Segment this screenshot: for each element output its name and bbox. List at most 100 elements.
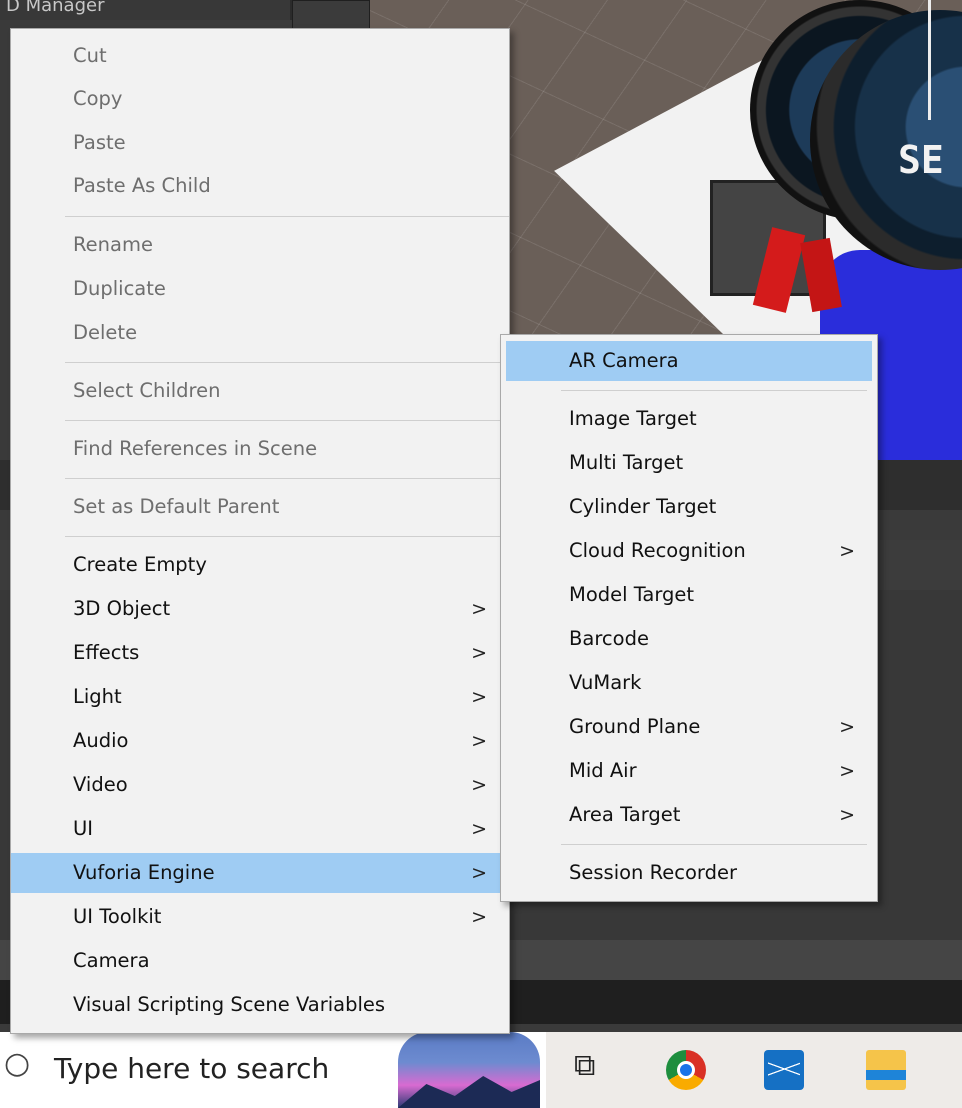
submenu-item-model-target[interactable]: Model Target (501, 575, 877, 615)
search-highlight-picture[interactable] (398, 1032, 540, 1108)
menu-item-label: Visual Scripting Scene Variables (73, 993, 386, 1016)
chevron-right-icon: > (471, 730, 487, 752)
submenu-item-area-target[interactable]: Area Target > (501, 795, 877, 835)
menu-item-label: VuMark (569, 671, 642, 694)
menu-item-vuforia-engine[interactable]: Vuforia Engine > (11, 853, 509, 893)
menu-item-video[interactable]: Video > (11, 765, 509, 805)
chevron-right-icon: > (471, 642, 487, 664)
menu-item-label: Delete (73, 321, 138, 344)
menu-item-label: Cut (73, 44, 107, 67)
menu-item-effects[interactable]: Effects > (11, 633, 509, 673)
chevron-right-icon: > (839, 540, 855, 562)
menu-item-label: Image Target (569, 407, 697, 430)
menu-item-audio[interactable]: Audio > (11, 721, 509, 761)
submenu-item-ground-plane[interactable]: Ground Plane > (501, 707, 877, 747)
menu-item-create-empty[interactable]: Create Empty (11, 545, 509, 585)
menu-separator (561, 844, 867, 845)
submenu-item-cloud-recognition[interactable]: Cloud Recognition > (501, 531, 877, 571)
menu-item-ui-toolkit[interactable]: UI Toolkit > (11, 897, 509, 937)
menu-item-label: Model Target (569, 583, 695, 606)
menu-item-label: Paste (73, 131, 126, 154)
menu-item-copy[interactable]: Copy (11, 79, 509, 119)
menu-item-3d-object[interactable]: 3D Object > (11, 589, 509, 629)
menu-item-label: Cylinder Target (569, 495, 717, 518)
menu-item-label: Session Recorder (569, 861, 737, 884)
chevron-right-icon: > (471, 818, 487, 840)
taskbar-search-box[interactable]: ○ Type here to search (0, 1032, 546, 1108)
menu-item-label: Copy (73, 87, 123, 110)
menu-item-label: UI (73, 817, 94, 840)
menu-item-label: Cloud Recognition (569, 539, 746, 562)
task-view-icon[interactable]: ⧉ (574, 1048, 614, 1088)
menu-item-label: Vuforia Engine (73, 861, 215, 884)
chevron-right-icon: > (839, 804, 855, 826)
menu-item-set-default-parent[interactable]: Set as Default Parent (11, 487, 509, 527)
menu-item-rename[interactable]: Rename (11, 225, 509, 265)
menu-item-light[interactable]: Light > (11, 677, 509, 717)
menu-item-label: Create Empty (73, 553, 207, 576)
menu-separator (65, 362, 509, 363)
toolbar-button[interactable] (292, 0, 370, 30)
chevron-right-icon: > (839, 760, 855, 782)
hierarchy-title: D Manager (6, 0, 105, 16)
menu-item-paste[interactable]: Paste (11, 123, 509, 163)
chrome-icon[interactable] (666, 1050, 706, 1090)
hierarchy-title-strip: D Manager (0, 0, 290, 20)
mountain-graphic (398, 1076, 540, 1108)
menu-item-label: Mid Air (569, 759, 637, 782)
submenu-item-mid-air[interactable]: Mid Air > (501, 751, 877, 791)
menu-item-label: Area Target (569, 803, 681, 826)
menu-item-cut[interactable]: Cut (11, 36, 509, 76)
submenu-item-image-target[interactable]: Image Target (501, 399, 877, 439)
menu-item-delete[interactable]: Delete (11, 313, 509, 353)
chevron-right-icon: > (471, 598, 487, 620)
menu-item-label: AR Camera (569, 349, 679, 372)
menu-item-label: 3D Object (73, 597, 171, 620)
menu-item-label: Find References in Scene (73, 437, 318, 460)
menu-item-label: Multi Target (569, 451, 684, 474)
menu-item-label: Video (73, 773, 128, 796)
menu-item-label: Barcode (569, 627, 649, 650)
menu-item-label: Rename (73, 233, 153, 256)
menu-separator (65, 420, 509, 421)
menu-item-find-references[interactable]: Find References in Scene (11, 429, 509, 469)
menu-item-label: Audio (73, 729, 129, 752)
menu-item-ui[interactable]: UI > (11, 809, 509, 849)
file-explorer-icon[interactable] (866, 1050, 906, 1090)
chevron-right-icon: > (471, 774, 487, 796)
menu-separator (65, 216, 509, 217)
menu-item-label: Select Children (73, 379, 221, 402)
menu-item-label: Effects (73, 641, 140, 664)
mail-icon[interactable] (764, 1050, 804, 1090)
vuforia-engine-submenu: AR Camera Image Target Multi Target Cyli… (500, 334, 878, 902)
menu-item-camera[interactable]: Camera (11, 941, 509, 981)
hierarchy-context-menu: Cut Copy Paste Paste As Child Rename Dup… (10, 28, 510, 1034)
submenu-item-session-recorder[interactable]: Session Recorder (501, 853, 877, 893)
submenu-item-vumark[interactable]: VuMark (501, 663, 877, 703)
menu-item-label: Paste As Child (73, 174, 211, 197)
menu-item-select-children[interactable]: Select Children (11, 371, 509, 411)
menu-separator (65, 536, 509, 537)
scene-watch-display: SE (898, 138, 944, 182)
menu-item-visual-scripting-scene-variables[interactable]: Visual Scripting Scene Variables (11, 985, 509, 1025)
menu-item-label: Light (73, 685, 122, 708)
menu-separator (561, 390, 867, 391)
search-icon: ○ (4, 1046, 31, 1081)
menu-separator (65, 478, 509, 479)
menu-item-label: Ground Plane (569, 715, 701, 738)
submenu-item-ar-camera[interactable]: AR Camera (506, 341, 872, 381)
submenu-item-multi-target[interactable]: Multi Target (501, 443, 877, 483)
menu-item-paste-as-child[interactable]: Paste As Child (11, 166, 509, 206)
menu-item-label: Set as Default Parent (73, 495, 280, 518)
search-placeholder[interactable]: Type here to search (54, 1052, 329, 1085)
chevron-right-icon: > (471, 862, 487, 884)
chevron-right-icon: > (471, 906, 487, 928)
menu-item-duplicate[interactable]: Duplicate (11, 269, 509, 309)
submenu-item-barcode[interactable]: Barcode (501, 619, 877, 659)
menu-item-label: UI Toolkit (73, 905, 162, 928)
windows-taskbar: ○ Type here to search ⧉ (0, 1032, 962, 1108)
menu-item-label: Duplicate (73, 277, 166, 300)
scene-gizmo-line (928, 0, 931, 120)
submenu-item-cylinder-target[interactable]: Cylinder Target (501, 487, 877, 527)
chevron-right-icon: > (839, 716, 855, 738)
